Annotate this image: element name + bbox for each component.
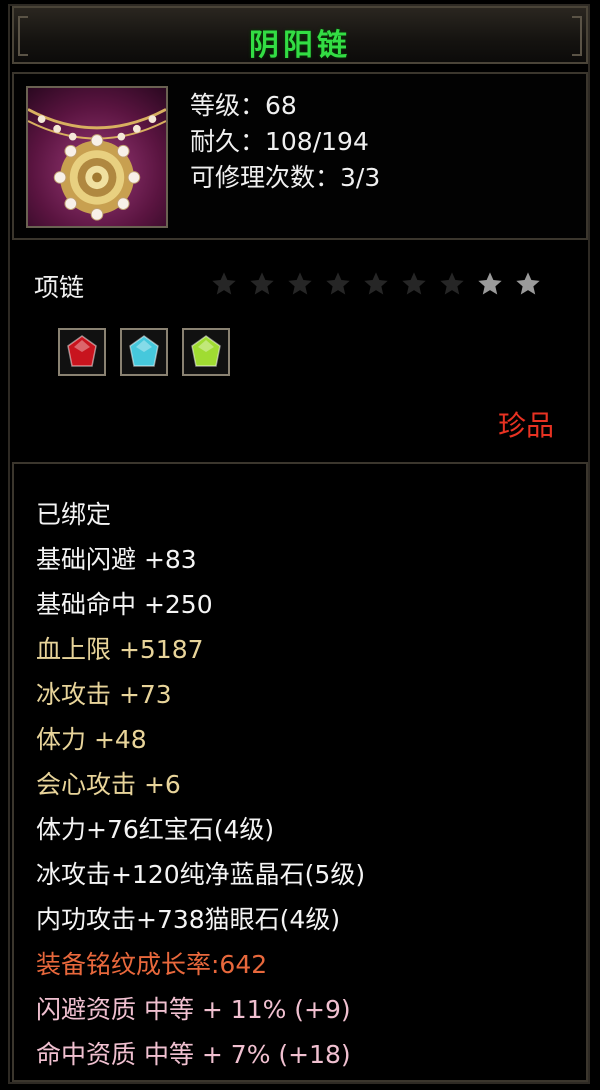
item-type: 项链 (34, 273, 85, 302)
quality-label: 珍品 (497, 409, 554, 442)
attribute-line: 冰攻击+120纯净蓝晶石(5级) (36, 860, 366, 889)
attribute-line: 体力 +48 (36, 725, 147, 754)
attribute-line: 血上限 +5187 (36, 635, 204, 664)
attribute-line: 闪避资质 中等 + 11% (+9) (36, 995, 351, 1024)
attribute-line: 冰攻击 +73 (36, 680, 172, 709)
star-dim-icon (440, 272, 464, 295)
necklace-icon (26, 86, 168, 228)
gem-sockets (58, 328, 230, 376)
red-gem-icon[interactable] (58, 328, 106, 376)
star-rating (210, 270, 542, 298)
star-lit-icon (516, 272, 540, 295)
star-dim-icon (364, 272, 388, 295)
attribute-line: 基础闪避 +83 (36, 545, 197, 574)
star-dim-icon (250, 272, 274, 295)
item-header: 等级：68 耐久：108/194 可修理次数：3/3 (12, 72, 588, 240)
attribute-line: 会心攻击 +6 (36, 770, 181, 799)
star-dim-icon (212, 272, 236, 295)
item-name: 阴阳链 (249, 28, 351, 63)
item-stats: 等级：68 耐久：108/194 可修理次数：3/3 (190, 88, 380, 196)
star-dim-icon (288, 272, 312, 295)
attribute-panel: 已绑定基础闪避 +83 基础命中 +250 血上限 +5187 冰攻击 +73 体力 +… (12, 462, 588, 1082)
durability-text: 耐久：108/194 (190, 127, 369, 156)
star-lit-icon (478, 272, 502, 295)
attribute-line: 基础命中 +250 (36, 590, 213, 619)
star-dim-icon (326, 272, 350, 295)
attribute-line: 装备铭纹成长率:642 (36, 950, 268, 979)
attribute-line: 命中资质 中等 + 7% (+18) (36, 1040, 351, 1069)
title-bar: 阴阳链 (12, 6, 588, 64)
cat-eye-gem-icon[interactable] (182, 328, 230, 376)
level-text: 等级：68 (190, 91, 297, 120)
repair-count-text: 可修理次数：3/3 (190, 163, 381, 192)
star-dim-icon (402, 272, 426, 295)
attribute-list: 已绑定基础闪避 +83 基础命中 +250 血上限 +5187 冰攻击 +73 体力 +… (36, 492, 365, 1077)
blue-gem-icon[interactable] (120, 328, 168, 376)
attribute-line: 内功攻击+738猫眼石(4级) (36, 905, 341, 934)
attribute-line: 已绑定 (36, 500, 112, 529)
attribute-line: 体力+76红宝石(4级) (36, 815, 275, 844)
